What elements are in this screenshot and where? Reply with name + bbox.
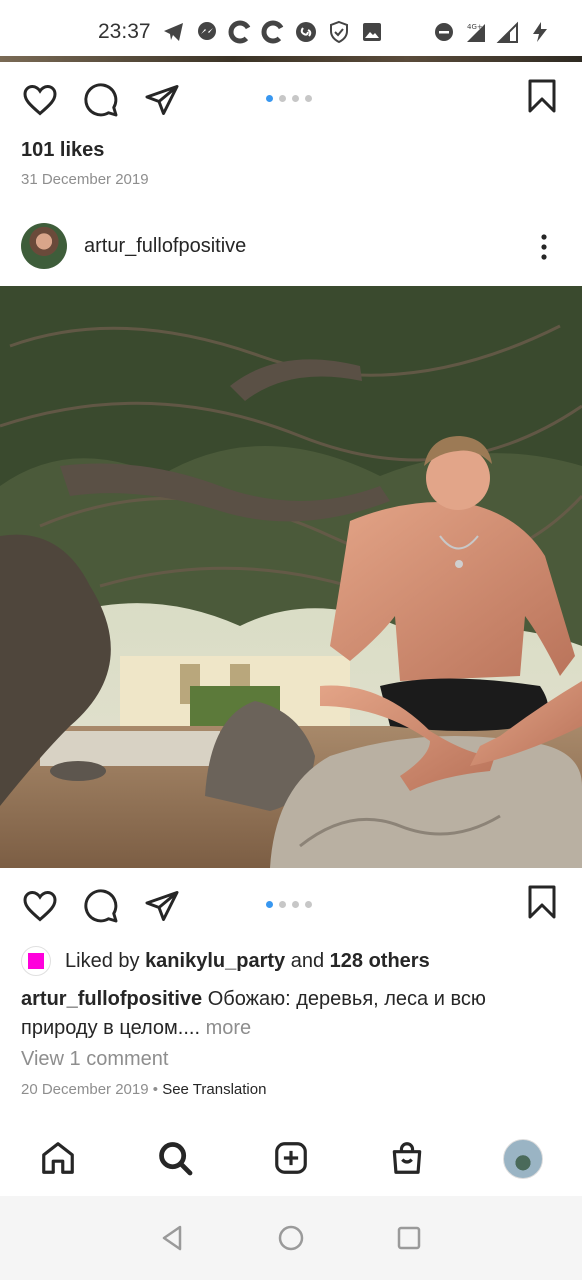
comment-icon[interactable]: [81, 886, 121, 926]
liker-avatar: [21, 946, 51, 976]
carousel-dot: [305, 901, 312, 908]
do-not-disturb-icon: [432, 20, 456, 44]
save-icon[interactable]: [522, 882, 562, 922]
caption-username[interactable]: artur_fullofpositive: [21, 988, 202, 1010]
system-status-icons: 4G+: [432, 20, 552, 44]
shazam-icon: [294, 20, 318, 44]
home-icon[interactable]: [38, 1138, 78, 1178]
post-date: 31 December 2019: [21, 171, 149, 188]
messenger-icon: [195, 20, 219, 44]
comment-icon[interactable]: [81, 80, 121, 120]
like-icon[interactable]: [20, 886, 60, 926]
caption-ellipsis: ...: [183, 1017, 201, 1039]
post-date: 20 December 2019: [21, 1081, 149, 1098]
view-comments-link[interactable]: View 1 comment: [21, 1048, 168, 1071]
gallery-icon: [360, 20, 384, 44]
charging-icon: [528, 20, 552, 44]
carousel-dot: [279, 95, 286, 102]
svg-text:4G+: 4G+: [467, 23, 483, 31]
separator: •: [152, 1081, 159, 1098]
signal-r-icon: [496, 20, 520, 44]
system-navigation-bar: [0, 1196, 582, 1280]
previous-post-actions: [0, 72, 582, 128]
more-options-icon[interactable]: [534, 232, 554, 262]
home-circle-icon[interactable]: [276, 1223, 306, 1253]
shield-icon: [327, 20, 351, 44]
bottom-nav: [0, 1124, 582, 1194]
carousel-dot: [292, 901, 299, 908]
liked-by-and: and: [290, 949, 325, 972]
c-app-icon: [228, 20, 252, 44]
profile-avatar[interactable]: [503, 1139, 543, 1179]
shop-icon[interactable]: [387, 1138, 427, 1178]
notification-icons: [162, 20, 384, 44]
telegram-icon: [162, 20, 186, 44]
see-translation-link[interactable]: See Translation: [162, 1081, 266, 1098]
post-date-row: 20 December 2019 • See Translation: [21, 1081, 266, 1098]
carousel-dot: [279, 901, 286, 908]
post-actions: [0, 878, 582, 934]
new-post-icon[interactable]: [271, 1138, 311, 1178]
carousel-dots: [266, 901, 312, 908]
back-icon[interactable]: [158, 1223, 188, 1253]
post-photo: [0, 286, 582, 868]
search-icon[interactable]: [155, 1138, 195, 1178]
carousel-dot: [266, 95, 273, 102]
likes-count[interactable]: 101 likes: [21, 139, 104, 162]
post-username[interactable]: artur_fullofpositive: [84, 235, 246, 258]
liked-by[interactable]: Liked by kanikylu_party and 128 others: [21, 946, 430, 976]
status-bar: 23:37 4G+: [0, 0, 582, 58]
post-image[interactable]: [0, 286, 582, 868]
liked-by-user[interactable]: kanikylu_party: [145, 950, 285, 973]
carousel-dot: [266, 901, 273, 908]
liked-by-others[interactable]: 128 others: [330, 950, 430, 973]
caption-more-link[interactable]: more: [206, 1017, 252, 1039]
liked-by-prefix: Liked by: [65, 949, 140, 972]
post-caption: artur_fullofpositive Обожаю: деревья, ле…: [21, 985, 541, 1043]
share-icon[interactable]: [142, 886, 182, 926]
post-header: artur_fullofpositive: [0, 222, 582, 272]
share-icon[interactable]: [142, 80, 182, 120]
save-icon[interactable]: [522, 76, 562, 116]
carousel-dot: [292, 95, 299, 102]
carousel-dot: [305, 95, 312, 102]
like-icon[interactable]: [20, 80, 60, 120]
recents-icon[interactable]: [394, 1223, 424, 1253]
carousel-dots: [266, 95, 312, 102]
avatar[interactable]: [21, 223, 67, 269]
status-time: 23:37: [98, 20, 151, 43]
c-app-icon: [261, 20, 285, 44]
signal-4g-icon: 4G+: [464, 20, 488, 44]
previous-post-image-edge: [0, 56, 582, 62]
